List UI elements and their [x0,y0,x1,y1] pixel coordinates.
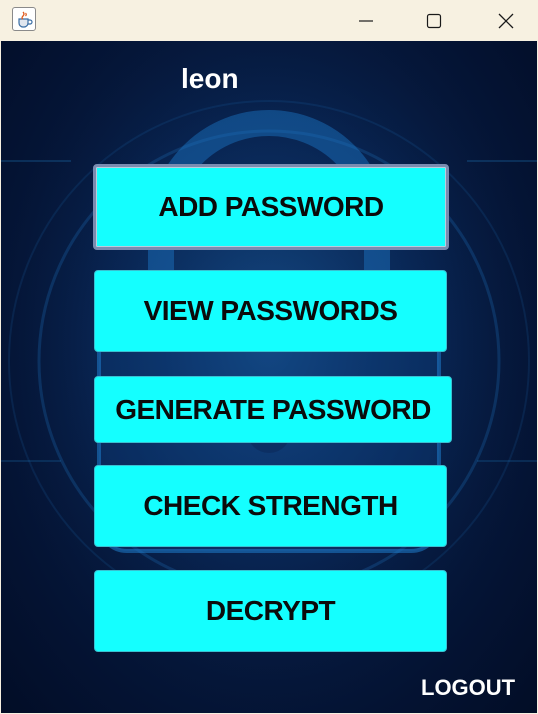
maximize-button[interactable] [402,0,466,41]
view-passwords-button[interactable]: VIEW PASSWORDS [94,270,447,352]
close-icon [498,13,514,28]
main-panel: leon ADD PASSWORD VIEW PASSWORDS GENERAT… [1,41,537,713]
decrypt-button[interactable]: DECRYPT [94,570,447,652]
app-window: leon ADD PASSWORD VIEW PASSWORDS GENERAT… [0,0,538,714]
java-cup-icon[interactable] [12,7,36,31]
check-strength-button[interactable]: CHECK STRENGTH [94,465,447,547]
generate-password-button[interactable]: GENERATE PASSWORD [94,376,452,443]
logout-button[interactable]: LOGOUT [421,675,515,701]
title-bar[interactable] [0,0,538,41]
close-button[interactable] [474,0,538,41]
maximize-icon [426,13,442,28]
username-label: leon [181,63,239,94]
minimize-icon [359,19,373,22]
minimize-button[interactable] [334,0,398,41]
add-password-button[interactable]: ADD PASSWORD [93,164,449,250]
